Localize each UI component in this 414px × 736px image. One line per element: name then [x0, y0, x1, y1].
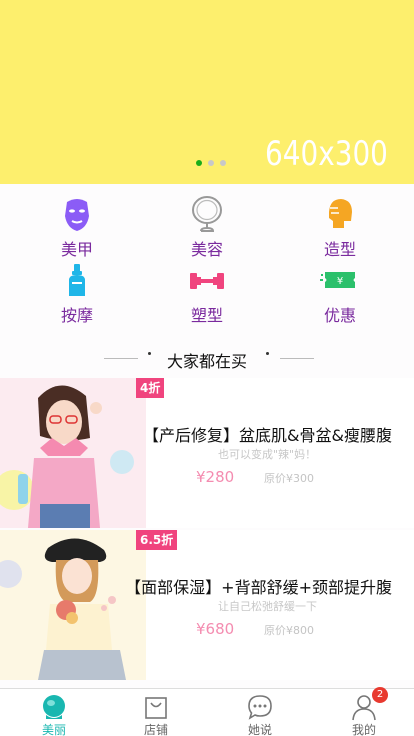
carousel-dots [196, 160, 226, 166]
product-card[interactable]: 6.5折 【面部保湿】+背部舒缓+颈部提升腹 让自己松弛舒缓一下 ¥680 原价… [0, 530, 414, 680]
app-screen: 640x300 美甲 美容 造型 按摩 塑型 ¥ 优惠 大家都在买 4折 【产后… [0, 0, 414, 736]
mask-face-icon [65, 199, 89, 231]
category-label: 按摩 [60, 306, 93, 325]
tab-beauty[interactable]: 美丽 [14, 693, 94, 736]
product-subtitle: 让自己松弛舒缓一下 [218, 600, 317, 613]
notification-badge: 2 [372, 687, 388, 703]
bottle-icon [69, 264, 85, 296]
category-shaping[interactable]: 塑型 [157, 260, 257, 326]
original-price: 原价¥300 [264, 472, 314, 485]
divider [280, 358, 314, 359]
product-title: 【产后修复】盆底肌&骨盆&瘦腰腹 [143, 426, 392, 445]
tab-shop[interactable]: 店铺 [116, 693, 196, 736]
category-label: 美甲 [60, 240, 93, 259]
product-price: ¥280 [196, 468, 235, 486]
tab-mine[interactable]: 我的 2 [324, 687, 404, 736]
banner-text: 640x300 [265, 134, 388, 174]
tab-label: 店铺 [143, 723, 168, 736]
dumbbell-icon [190, 273, 224, 289]
carousel-dot[interactable] [208, 160, 214, 166]
category-label: 美容 [190, 240, 223, 259]
bottom-tab-bar: 美丽 店铺 她说 我的 2 [0, 687, 414, 736]
product-image [0, 378, 146, 528]
beauty-icon [43, 695, 65, 719]
discount-badge: 4折 [136, 378, 165, 398]
coupon-icon: ¥ [320, 272, 355, 288]
tab-label: 美丽 [41, 723, 66, 736]
mirror-icon [192, 196, 222, 232]
chat-icon [248, 695, 272, 720]
section-title: 大家都在买 [166, 352, 247, 371]
product-subtitle: 也可以变成"辣"妈！ [218, 448, 317, 461]
product-card[interactable]: 4折 【产后修复】盆底肌&骨盆&瘦腰腹 也可以变成"辣"妈！ ¥280 原价¥3… [0, 378, 414, 528]
tab-she-says[interactable]: 她说 [220, 693, 300, 736]
tab-label: 她说 [247, 723, 272, 736]
bag-icon [145, 697, 167, 719]
category-label: 塑型 [190, 306, 223, 325]
svg-text:¥: ¥ [337, 276, 343, 287]
discount-badge: 6.5折 [136, 530, 178, 550]
category-beauty[interactable]: 美容 [157, 194, 257, 260]
carousel-dot[interactable] [196, 160, 202, 166]
bullet [266, 352, 269, 355]
tab-label: 我的 [351, 723, 376, 736]
category-styling[interactable]: 造型 [290, 194, 390, 260]
product-price: ¥680 [196, 620, 235, 638]
section-header: 大家都在买 [0, 346, 414, 371]
category-massage[interactable]: 按摩 [27, 260, 127, 326]
product-title: 【面部保湿】+背部舒缓+颈部提升腹 [125, 578, 392, 597]
category-manicure[interactable]: 美甲 [27, 194, 127, 260]
original-price: 原价¥800 [264, 624, 314, 637]
category-discount[interactable]: ¥ 优惠 [290, 260, 390, 326]
carousel-dot[interactable] [220, 160, 226, 166]
category-label: 造型 [323, 240, 356, 259]
hair-icon [329, 199, 352, 228]
product-image [0, 530, 146, 680]
banner-carousel[interactable]: 640x300 [0, 0, 414, 184]
category-label: 优惠 [323, 306, 356, 325]
